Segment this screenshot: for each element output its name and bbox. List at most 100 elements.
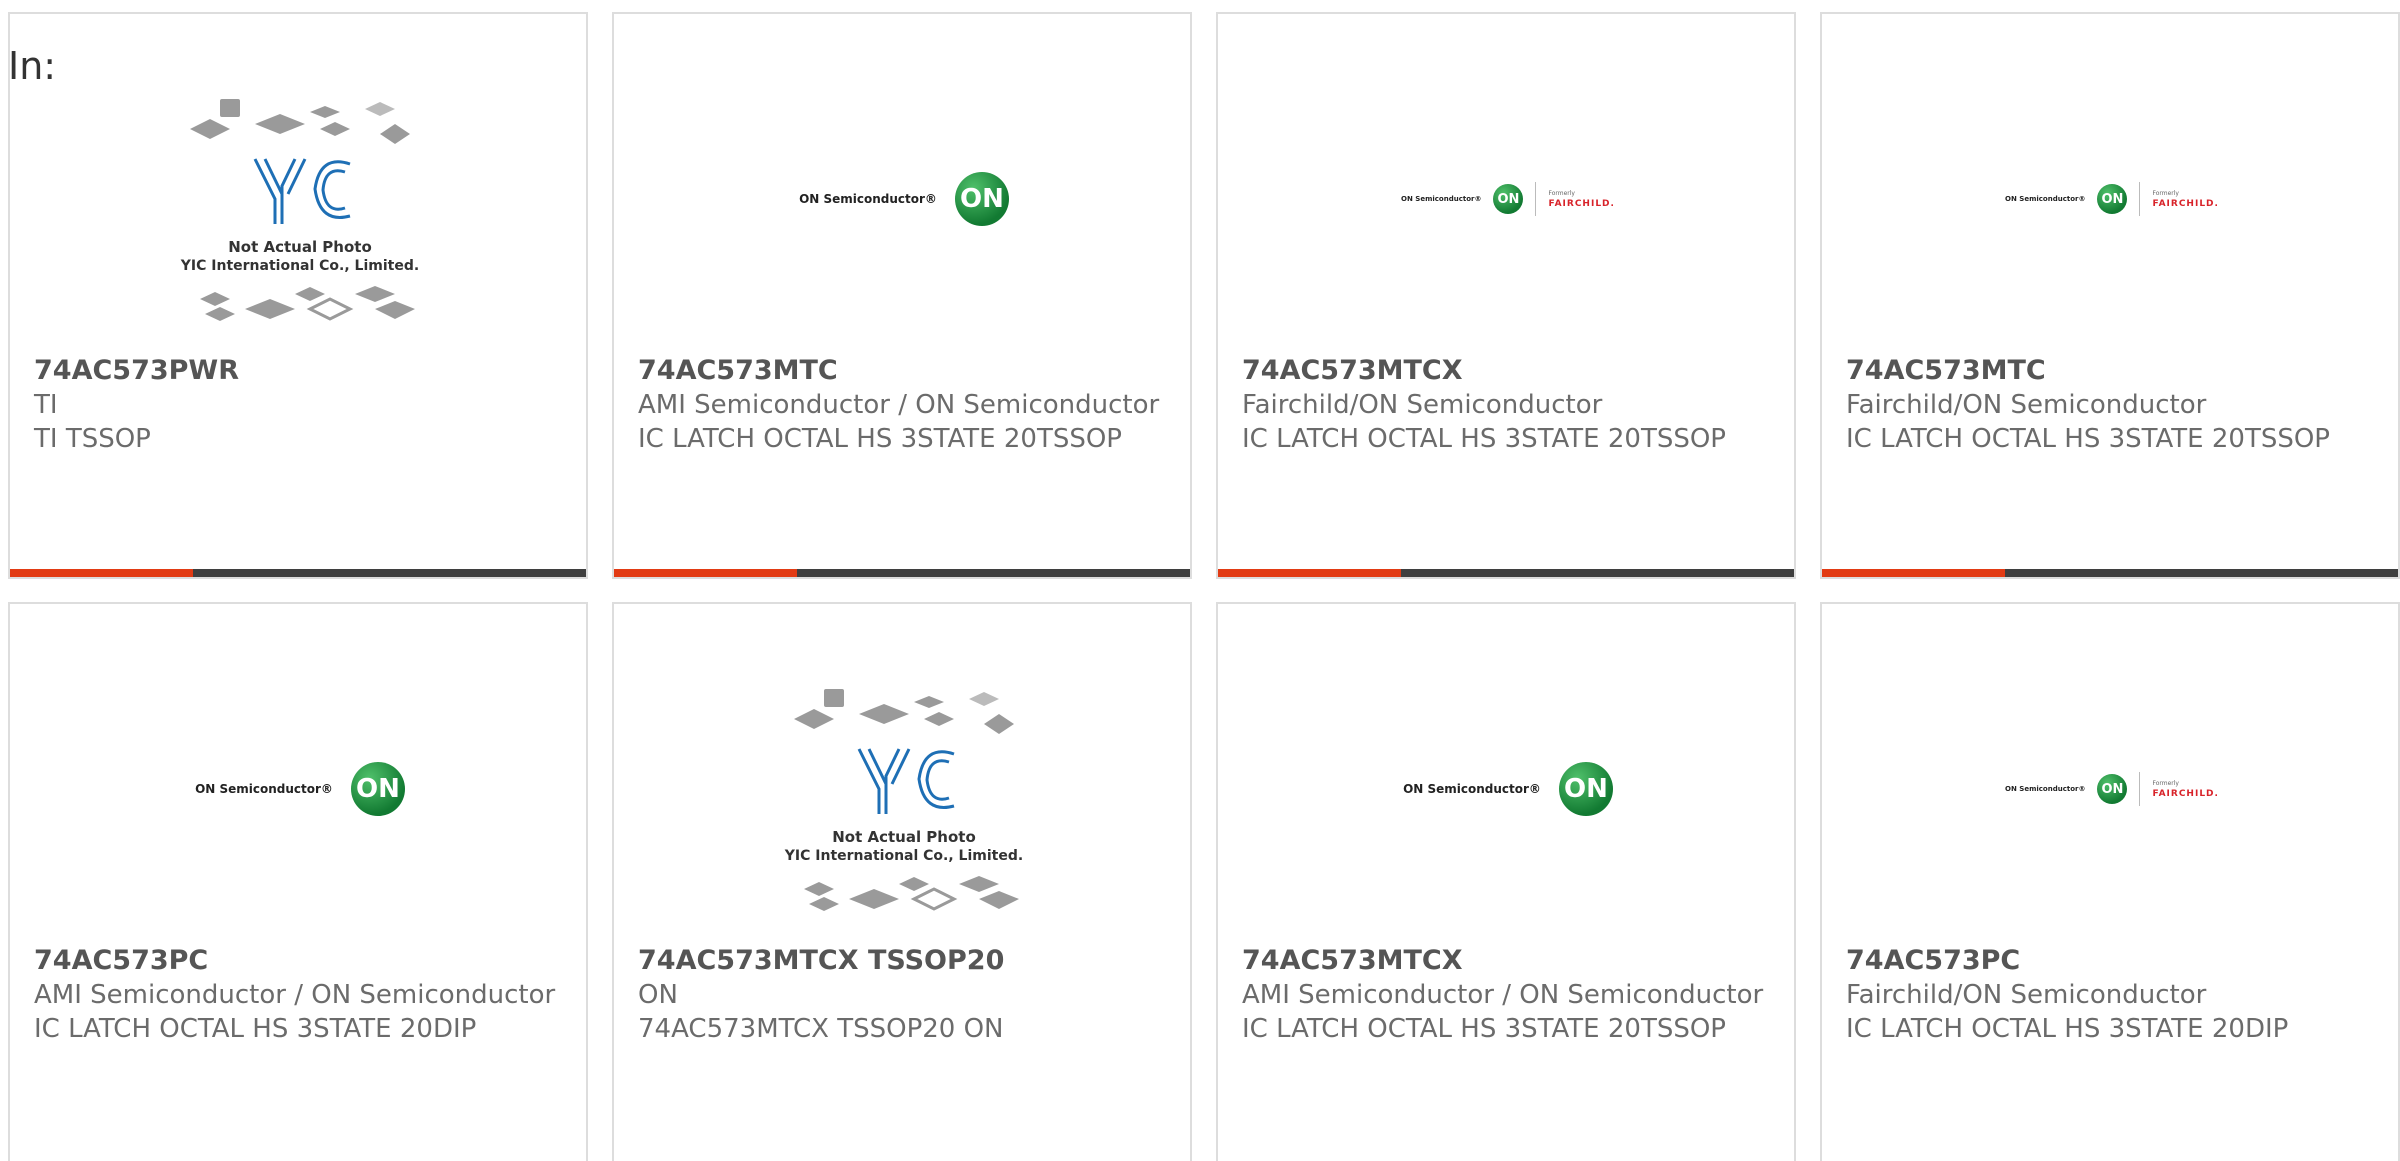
product-info: 74AC573MTC AMI Semiconductor / ON Semico…: [638, 354, 1166, 456]
product-card[interactable]: ON Semiconductor® ON 74AC573PC AMI Semic…: [8, 602, 588, 1161]
svg-text:YIC International Co., Limited: YIC International Co., Limited.: [784, 848, 1023, 864]
card-bottom-bar: [1822, 569, 2398, 577]
product-image[interactable]: ON Semiconductor® ON: [614, 84, 1190, 314]
logo-divider: [2139, 772, 2141, 806]
formerly-label: Formerly: [2152, 779, 2179, 787]
description: IC LATCH OCTAL HS 3STATE 20TSSOP: [1846, 424, 2330, 454]
card-bottom-bar: [1218, 569, 1794, 577]
svg-text:Not Actual Photo: Not Actual Photo: [228, 238, 372, 256]
yic-mark: [857, 748, 955, 814]
product-card[interactable]: ON Semiconductor® ON Formerly FAIRCHILD.…: [1820, 12, 2400, 579]
fairchild-logo: Formerly FAIRCHILD.: [1548, 190, 1614, 209]
description: IC LATCH OCTAL HS 3STATE 20TSSOP: [1242, 424, 1726, 454]
manufacturer: ON: [638, 980, 678, 1010]
description: TI TSSOP: [34, 424, 151, 454]
card-accent-bar: [1822, 569, 2005, 577]
on-logo-icon: ON: [2097, 184, 2128, 214]
part-number[interactable]: 74AC573PC: [34, 944, 562, 978]
on-semiconductor-wordmark: ON Semiconductor®: [2005, 195, 2086, 203]
card-bottom-bar: [614, 569, 1190, 577]
product-card[interactable]: ON Semiconductor® ON 74AC573MTCX AMI Sem…: [1216, 602, 1796, 1161]
svg-text:YIC International Co., Limited: YIC International Co., Limited.: [180, 258, 419, 274]
description: IC LATCH OCTAL HS 3STATE 20TSSOP: [1242, 1014, 1726, 1044]
part-number[interactable]: 74AC573MTCX: [1242, 944, 1770, 978]
product-info: 74AC573MTC Fairchild/ON Semiconductor IC…: [1846, 354, 2374, 456]
part-number[interactable]: 74AC573MTCX TSSOP20: [638, 944, 1166, 978]
manufacturer: AMI Semiconductor / ON Semiconductor: [1242, 980, 1764, 1010]
on-fairchild-logo: ON Semiconductor® ON Formerly FAIRCHILD.: [2005, 772, 2219, 806]
description: IC LATCH OCTAL HS 3STATE 20DIP: [1846, 1014, 2289, 1044]
card-accent-bar: [614, 569, 797, 577]
on-logo-icon: ON: [350, 762, 405, 816]
product-card[interactable]: ON Semiconductor® ON 74AC573MTC AMI Semi…: [612, 12, 1192, 579]
product-grid: Not Actual Photo YIC International Co., …: [8, 12, 2400, 579]
manufacturer: Fairchild/ON Semiconductor: [1846, 390, 2207, 420]
manufacturer: AMI Semiconductor / ON Semiconductor: [34, 980, 556, 1010]
on-logo-icon: ON: [954, 172, 1009, 226]
description: IC LATCH OCTAL HS 3STATE 20DIP: [34, 1014, 477, 1044]
part-number[interactable]: 74AC573PC: [1846, 944, 2374, 978]
product-info: 74AC573PC AMI Semiconductor / ON Semicon…: [34, 944, 562, 1046]
part-number[interactable]: 74AC573MTCX: [1242, 354, 1770, 388]
fairchild-logo: Formerly FAIRCHILD.: [2152, 190, 2218, 209]
logo-divider: [2139, 182, 2141, 216]
on-logo-icon: ON: [2097, 774, 2128, 804]
manufacturer: AMI Semiconductor / ON Semiconductor: [638, 390, 1160, 420]
svg-text:Not Actual Photo: Not Actual Photo: [832, 828, 976, 846]
fairchild-wordmark: FAIRCHILD.: [1548, 198, 1615, 209]
yic-placeholder-logo: Not Actual Photo YIC International Co., …: [180, 99, 419, 321]
product-image[interactable]: Not Actual Photo YIC International Co., …: [10, 84, 586, 354]
manufacturer: TI: [34, 390, 58, 420]
product-info: 74AC573PWR TI TI TSSOP: [34, 354, 562, 456]
product-card[interactable]: ON Semiconductor® ON Formerly FAIRCHILD.…: [1820, 602, 2400, 1161]
product-results-page: In: Not Actual Photo YIC International C…: [0, 0, 2400, 1161]
on-semiconductor-wordmark: ON Semiconductor®: [799, 192, 937, 206]
chip-package-icons: [190, 99, 410, 144]
product-grid-row-2: ON Semiconductor® ON 74AC573PC AMI Semic…: [8, 602, 2400, 1161]
fairchild-wordmark: FAIRCHILD.: [2152, 788, 2219, 799]
on-semiconductor-wordmark: ON Semiconductor®: [195, 782, 333, 796]
on-semiconductor-logo: ON Semiconductor® ON: [799, 172, 1009, 226]
description: 74AC573MTCX TSSOP20 ON: [638, 1014, 1004, 1044]
product-image[interactable]: Not Actual Photo YIC International Co., …: [614, 674, 1190, 944]
on-semiconductor-wordmark: ON Semiconductor®: [1401, 195, 1482, 203]
yic-placeholder-logo: Not Actual Photo YIC International Co., …: [784, 689, 1023, 911]
chip-package-icons: [794, 689, 1014, 734]
on-semiconductor-wordmark: ON Semiconductor®: [1403, 782, 1541, 796]
product-card[interactable]: Not Actual Photo YIC International Co., …: [612, 602, 1192, 1161]
formerly-label: Formerly: [1548, 189, 1575, 197]
manufacturer: Fairchild/ON Semiconductor: [1242, 390, 1603, 420]
part-number[interactable]: 74AC573PWR: [34, 354, 562, 388]
product-card[interactable]: Not Actual Photo YIC International Co., …: [8, 12, 588, 579]
product-info: 74AC573MTCX TSSOP20 ON 74AC573MTCX TSSOP…: [638, 944, 1166, 1046]
product-image[interactable]: ON Semiconductor® ON: [10, 674, 586, 904]
yic-mark: [253, 158, 351, 224]
product-image[interactable]: ON Semiconductor® ON Formerly FAIRCHILD.: [1218, 84, 1794, 314]
product-info: 74AC573MTCX AMI Semiconductor / ON Semic…: [1242, 944, 1770, 1046]
product-image[interactable]: ON Semiconductor® ON Formerly FAIRCHILD.: [1822, 84, 2398, 314]
part-number[interactable]: 74AC573MTC: [638, 354, 1166, 388]
logo-divider: [1535, 182, 1537, 216]
on-fairchild-logo: ON Semiconductor® ON Formerly FAIRCHILD.: [2005, 182, 2219, 216]
on-logo-icon: ON: [1558, 762, 1613, 816]
manufacturer: Fairchild/ON Semiconductor: [1846, 980, 2207, 1010]
on-semiconductor-logo: ON Semiconductor® ON: [1403, 762, 1613, 816]
fairchild-wordmark: FAIRCHILD.: [2152, 198, 2219, 209]
card-bottom-bar: [10, 569, 586, 577]
part-number[interactable]: 74AC573MTC: [1846, 354, 2374, 388]
card-accent-bar: [10, 569, 193, 577]
formerly-label: Formerly: [2152, 189, 2179, 197]
on-semiconductor-wordmark: ON Semiconductor®: [2005, 785, 2086, 793]
filter-in-label: In:: [8, 44, 57, 88]
product-info: 74AC573PC Fairchild/ON Semiconductor IC …: [1846, 944, 2374, 1046]
product-info: 74AC573MTCX Fairchild/ON Semiconductor I…: [1242, 354, 1770, 456]
on-fairchild-logo: ON Semiconductor® ON Formerly FAIRCHILD.: [1401, 182, 1615, 216]
description: IC LATCH OCTAL HS 3STATE 20TSSOP: [638, 424, 1122, 454]
fairchild-logo: Formerly FAIRCHILD.: [2152, 780, 2218, 799]
product-card[interactable]: ON Semiconductor® ON Formerly FAIRCHILD.…: [1216, 12, 1796, 579]
on-logo-icon: ON: [1493, 184, 1524, 214]
on-semiconductor-logo: ON Semiconductor® ON: [195, 762, 405, 816]
card-accent-bar: [1218, 569, 1401, 577]
product-image[interactable]: ON Semiconductor® ON Formerly FAIRCHILD.: [1822, 674, 2398, 904]
product-image[interactable]: ON Semiconductor® ON: [1218, 674, 1794, 904]
